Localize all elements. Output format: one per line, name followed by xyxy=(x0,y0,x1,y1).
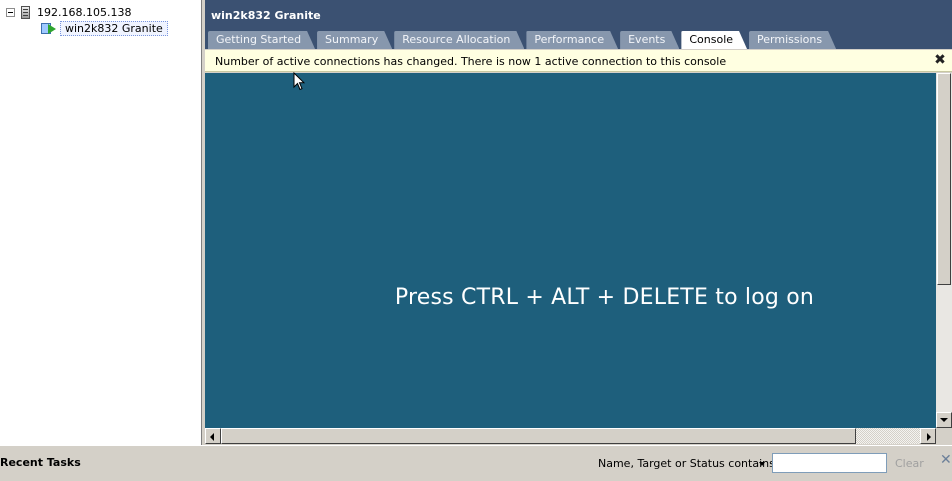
arrow-right-icon xyxy=(927,433,931,441)
tab-getting-started[interactable]: Getting Started xyxy=(208,31,315,49)
tree-item-host-label: 192.168.105.138 xyxy=(37,5,132,19)
tab-summary[interactable]: Summary xyxy=(317,31,392,49)
vertical-scroll-thumb[interactable] xyxy=(937,73,951,285)
tab-bar: Getting Started Summary Resource Allocat… xyxy=(208,31,838,49)
scroll-left-button[interactable] xyxy=(205,428,221,444)
connection-notice-bar: Number of active connections has changed… xyxy=(205,50,952,72)
notice-text: Number of active connections has changed… xyxy=(215,55,727,68)
scroll-down-button[interactable] xyxy=(936,412,952,428)
tab-events[interactable]: Events xyxy=(620,31,679,49)
scroll-right-button[interactable] xyxy=(920,428,936,444)
vm-powered-on-icon xyxy=(41,22,56,35)
clear-button[interactable]: Clear xyxy=(895,457,924,470)
tab-permissions[interactable]: Permissions xyxy=(749,31,836,49)
vm-header: win2k832 Granite Getting Started Summary… xyxy=(205,0,952,49)
vm-detail-pane: win2k832 Granite Getting Started Summary… xyxy=(205,0,952,445)
recent-tasks-title: Recent Tasks xyxy=(0,456,81,469)
inventory-tree: 192.168.105.138 win2k832 Granite xyxy=(0,0,202,445)
tab-console[interactable]: Console xyxy=(681,31,747,49)
tree-item-host[interactable]: 192.168.105.138 xyxy=(6,4,131,20)
page-title: win2k832 Granite xyxy=(211,9,321,22)
horizontal-scroll-thumb[interactable] xyxy=(221,428,856,444)
scrollbar-corner xyxy=(936,428,952,444)
mouse-pointer-icon xyxy=(293,72,305,91)
collapse-icon[interactable] xyxy=(6,7,15,17)
filter-dropdown-icon[interactable] xyxy=(759,462,765,466)
close-icon[interactable]: ✖ xyxy=(934,53,946,67)
arrow-left-icon xyxy=(210,433,214,441)
logon-message: Press CTRL + ALT + DELETE to log on xyxy=(394,285,815,310)
task-filter-input[interactable] xyxy=(772,453,887,473)
tree-item-vm[interactable]: win2k832 Granite xyxy=(41,20,168,36)
console-vertical-scrollbar[interactable] xyxy=(936,73,952,428)
arrow-down-icon xyxy=(940,418,948,422)
tab-performance[interactable]: Performance xyxy=(526,31,618,49)
host-server-icon xyxy=(21,5,30,19)
console-horizontal-scrollbar[interactable] xyxy=(205,428,936,444)
recent-tasks-bar: Recent Tasks Name, Target or Status cont… xyxy=(0,445,952,481)
filter-label[interactable]: Name, Target or Status contains: xyxy=(598,457,779,470)
tab-resource-allocation[interactable]: Resource Allocation xyxy=(394,31,524,49)
vm-console-screen[interactable]: Press CTRL + ALT + DELETE to log on xyxy=(205,73,936,428)
close-icon[interactable]: ✕ xyxy=(940,452,952,468)
tree-item-vm-label[interactable]: win2k832 Granite xyxy=(60,20,168,36)
